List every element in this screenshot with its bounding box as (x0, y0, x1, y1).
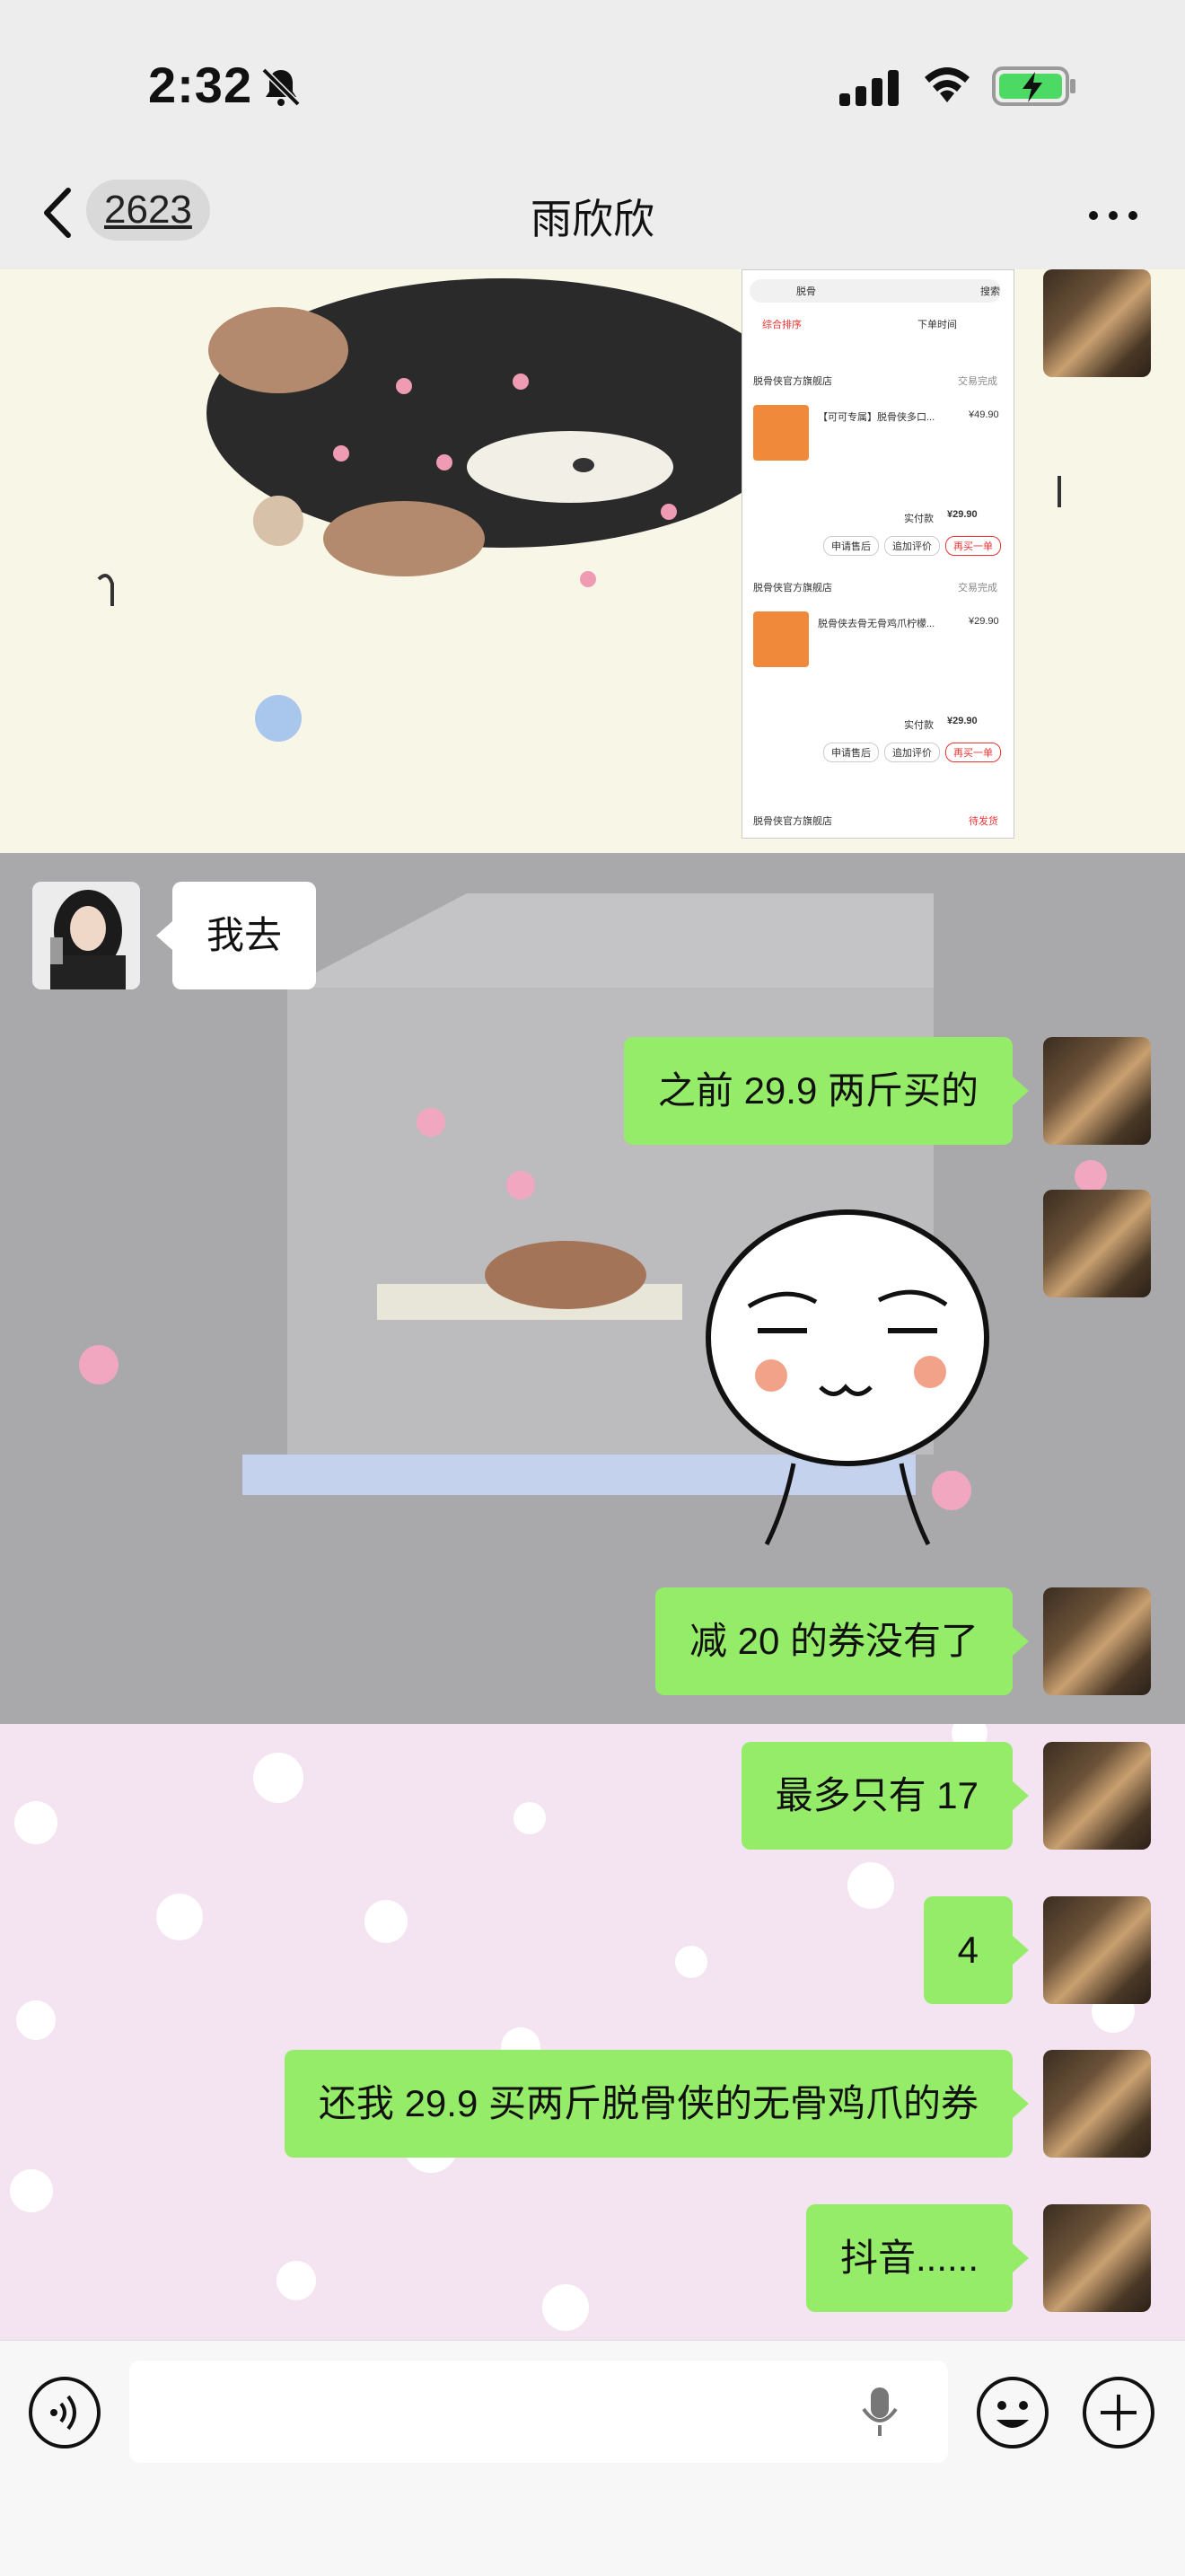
chat-header: 2623 雨欣欣 (0, 162, 1185, 270)
my-avatar[interactable] (1043, 269, 1151, 377)
message-text-input[interactable] (129, 2361, 948, 2463)
screenshot-item2-title: 脱骨侠去骨无骨鸡爪柠檬... (818, 619, 935, 629)
signal-strength-icon (839, 70, 899, 106)
my-avatar[interactable] (1043, 2050, 1151, 2158)
status-time: 2:32 (148, 57, 253, 113)
wifi-icon (925, 67, 970, 102)
screenshot-item2-price: ¥29.90 (969, 616, 999, 627)
screenshot-review-button: 追加评价 (884, 536, 940, 556)
emoji-icon[interactable] (975, 2375, 1050, 2450)
screenshot-search-button: 搜索 (980, 286, 1000, 297)
my-avatar[interactable] (1043, 1742, 1151, 1850)
message-bubble-outgoing[interactable]: 最多只有 17 (741, 1742, 1030, 1850)
chat-title: 雨欣欣 (531, 196, 654, 242)
contact-avatar-image (32, 882, 140, 989)
shared-order-screenshot[interactable]: 脱骨 搜索 综合排序 下单时间 脱骨侠官方旗舰店 交易完成 【可可专属】脱骨侠多… (742, 269, 1014, 839)
my-avatar[interactable] (1043, 2204, 1151, 2312)
chat-message-list[interactable]: 脱骨 搜索 综合排序 下单时间 脱骨侠官方旗舰店 交易完成 【可可专属】脱骨侠多… (0, 269, 1185, 2340)
screenshot-search-bar (750, 279, 1001, 303)
message-bubble-outgoing[interactable]: 之前 29.9 两斤买的 (623, 1037, 1030, 1145)
screenshot-order-status-2: 交易完成 (958, 583, 997, 593)
screenshot-store-name-3: 脱骨侠官方旗舰店 (753, 816, 832, 827)
screenshot-store-name: 脱骨侠官方旗舰店 (753, 376, 832, 387)
screenshot-review-button-2: 追加评价 (884, 743, 940, 762)
my-avatar[interactable] (1043, 1037, 1151, 1145)
screenshot-item1-price: ¥49.90 (969, 409, 999, 420)
message-bubble-outgoing[interactable]: 还我 29.9 买两斤脱骨侠的无骨鸡爪的券 (284, 2050, 1030, 2158)
screenshot-after-sale-button: 申请售后 (823, 536, 879, 556)
screenshot-paid-value: ¥29.90 (947, 509, 978, 520)
screenshot-sort-left: 综合排序 (762, 320, 802, 330)
message-bubble-outgoing[interactable]: 减 20 的券没有了 (654, 1587, 1030, 1695)
contact-avatar[interactable] (32, 882, 140, 989)
mute-bell-icon (261, 67, 301, 107)
screenshot-store-name-2: 脱骨侠官方旗舰店 (753, 583, 832, 593)
my-avatar[interactable] (1043, 1896, 1151, 2004)
sticker-awkward-face[interactable] (695, 1203, 1000, 1553)
microphone-icon[interactable] (860, 2386, 900, 2440)
screenshot-paid-value-2: ¥29.90 (947, 716, 978, 726)
screenshot-paid-label: 实付款 (904, 514, 934, 524)
screenshot-rebuy-button-2: 再买一单 (945, 743, 1001, 762)
message-bubble-outgoing[interactable]: 4 (923, 1896, 1030, 2004)
screenshot-item1-title: 【可可专属】脱骨侠多口... (818, 412, 935, 423)
screenshot-rebuy-button: 再买一单 (945, 536, 1001, 556)
status-bar: 2:32 (0, 0, 1185, 162)
my-avatar[interactable] (1043, 1190, 1151, 1297)
voice-mode-icon[interactable] (27, 2375, 102, 2450)
message-input-bar (0, 2340, 1185, 2576)
more-options-icon[interactable] (1086, 207, 1140, 224)
screenshot-product-thumbnail (753, 405, 809, 461)
screenshot-search-text: 脱骨 (796, 286, 816, 297)
screenshot-pending-status: 待发货 (969, 816, 998, 827)
screenshot-product-thumbnail-2 (753, 611, 809, 667)
message-bubble-incoming[interactable]: 我去 (155, 882, 317, 989)
screenshot-order-status: 交易完成 (958, 376, 997, 387)
screenshot-after-sale-button-2: 申请售后 (823, 743, 879, 762)
screenshot-sort-right: 下单时间 (917, 320, 957, 330)
message-bubble-outgoing[interactable]: 抖音...... (805, 2204, 1030, 2312)
screenshot-paid-label-2: 实付款 (904, 720, 934, 731)
my-avatar[interactable] (1043, 1587, 1151, 1695)
battery-charging-icon (992, 66, 1075, 106)
add-more-icon[interactable] (1081, 2375, 1156, 2450)
